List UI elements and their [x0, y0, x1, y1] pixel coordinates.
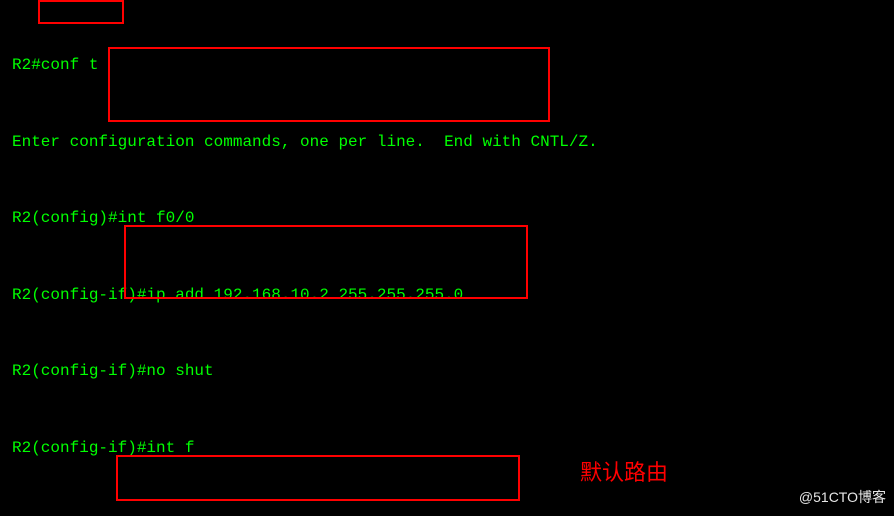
terminal-output: R2#conf t Enter configuration commands, … [0, 0, 894, 516]
watermark-text: @51CTO博客 [799, 485, 886, 511]
terminal-line: Enter configuration commands, one per li… [12, 130, 888, 156]
terminal-line: *Mar 1 00:01:40.323: %LINK-3-UPDOWN: Int… [12, 512, 888, 516]
terminal-line: R2(config-if)#int f [12, 436, 888, 462]
annotation-default-route: 默认路由 [580, 460, 668, 486]
terminal-line: R2(config)#int f0/0 [12, 206, 888, 232]
terminal-line: R2(config-if)#no shut [12, 359, 888, 385]
terminal-line: R2(config-if)#ip add 192.168.10.2 255.25… [12, 283, 888, 309]
terminal-line: R2#conf t [12, 53, 888, 79]
